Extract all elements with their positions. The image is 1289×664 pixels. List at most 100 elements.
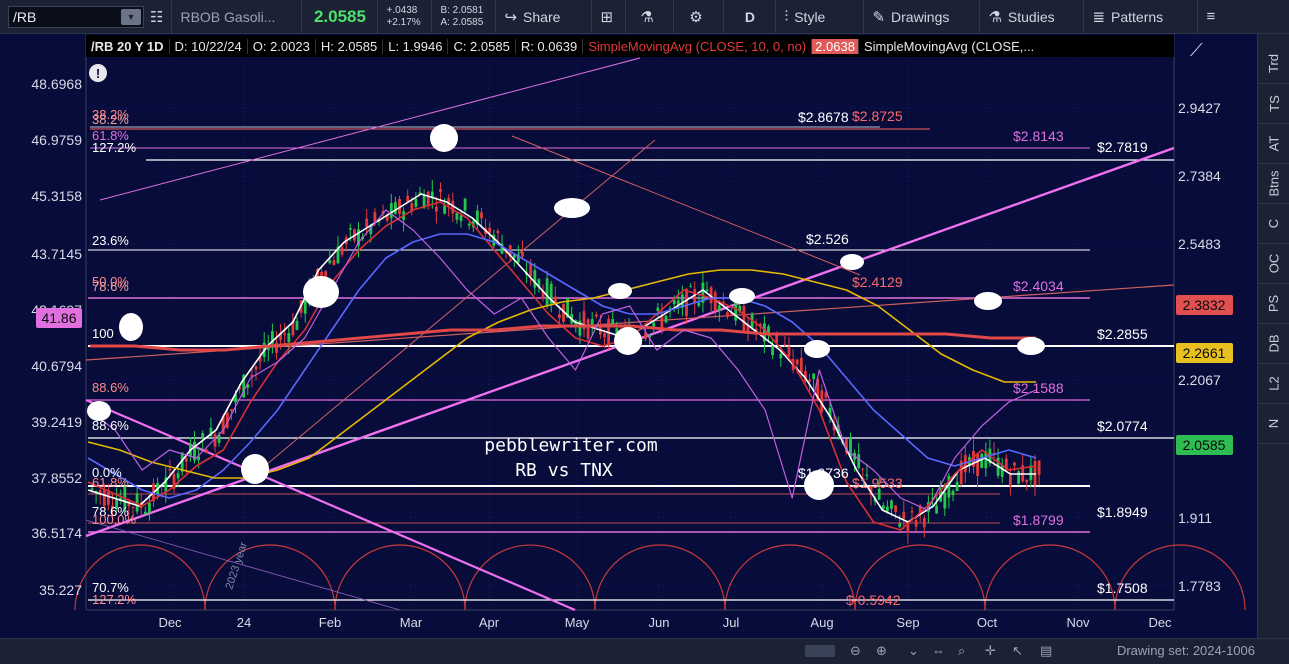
candle-body — [1009, 474, 1012, 486]
x-tick-label: Sep — [896, 615, 919, 630]
drawings-button[interactable]: ✎ Drawings — [864, 0, 981, 34]
side-tab-ps[interactable]: PS — [1258, 284, 1289, 324]
symbol-selector[interactable]: /RB ▼ ☷ — [0, 0, 173, 34]
touch-marker — [1017, 337, 1045, 355]
overflow-button[interactable]: ≡ — [1198, 0, 1228, 34]
symbol-dropdown-icon[interactable]: ▼ — [121, 8, 141, 25]
candle-body — [697, 302, 701, 307]
price-level-label: $2.1588 — [1013, 380, 1064, 396]
candle-body — [787, 346, 791, 357]
cursor-icon[interactable]: ↖ — [1012, 643, 1023, 659]
settings-button[interactable]: ⚙ — [674, 0, 725, 34]
candle-body — [726, 312, 729, 318]
touch-marker — [430, 124, 458, 152]
candle-body — [467, 223, 471, 226]
candle-body — [861, 468, 865, 470]
bid-ask: B: 2.0581 A: 2.0585 — [432, 0, 497, 34]
magnify-icon[interactable]: ⌕ — [958, 643, 965, 659]
candle-body — [922, 518, 926, 528]
price-chart[interactable]: 38.2%38.2%61.8%127.2%23.6%50.0%78.6%1008… — [0, 34, 1257, 638]
side-tab-at[interactable]: AT — [1258, 124, 1289, 164]
aggregation-button[interactable]: D — [724, 0, 777, 34]
symbol-input[interactable]: /RB ▼ — [8, 5, 144, 28]
fit-icon[interactable]: ⇔ — [932, 643, 945, 658]
x-tick-label: Jul — [723, 615, 740, 630]
style-button[interactable]: ⫶ Style — [776, 0, 865, 34]
price-badge: 2.2661 — [1176, 343, 1233, 363]
touch-marker — [303, 276, 339, 308]
sliders-icon[interactable]: ☷ — [150, 8, 163, 26]
price-level-label: $1.8949 — [1097, 504, 1148, 520]
header-sma1-value: 2.0638 — [812, 38, 859, 54]
price-badge: 2.0585 — [1176, 435, 1233, 455]
zoom-out-icon[interactable]: ⊖ — [850, 643, 861, 659]
x-tick-label: Mar — [400, 615, 423, 630]
chevron-down-icon[interactable]: ⌄ — [908, 643, 919, 659]
candle-body — [521, 251, 524, 257]
flask-icon: ⚗ — [640, 8, 654, 26]
flexible-grid-button[interactable]: ⊞ — [592, 0, 627, 34]
candle-body — [910, 511, 914, 513]
candle-body — [303, 300, 307, 314]
side-tab-label: C — [1266, 218, 1282, 229]
x-tick-label: Apr — [479, 615, 500, 630]
style-label: Style — [794, 8, 826, 25]
candle-body — [480, 212, 483, 219]
watermark-site: pebblewriter.com — [484, 435, 657, 456]
pencil-icon: ✎ — [872, 8, 886, 26]
left-axis-label: 35.227 — [39, 582, 82, 598]
share-icon: ↪ — [504, 8, 518, 26]
touch-marker — [554, 198, 590, 218]
time-scrollbar-thumb[interactable] — [805, 645, 835, 657]
alert-icon-glyph: ! — [96, 66, 100, 81]
side-tab-db[interactable]: DB — [1258, 324, 1289, 364]
fib-percent-label: 38.2% — [92, 112, 129, 127]
candle-body — [455, 213, 459, 220]
patterns-button[interactable]: ≣ Patterns — [1084, 0, 1199, 34]
candle-body — [131, 506, 135, 508]
touch-marker — [974, 292, 1002, 310]
studies-button[interactable]: ⚗ Studies — [980, 0, 1085, 34]
aggregation-label: D — [744, 8, 756, 25]
gear-icon: ⚙ — [689, 8, 703, 26]
side-tab-oc[interactable]: OC — [1258, 244, 1289, 284]
drawing-set-label[interactable]: Drawing set: 2024-1006 — [1117, 643, 1255, 658]
trendline[interactable] — [85, 398, 576, 612]
price-level-label: $2.8143 — [1013, 128, 1064, 144]
candle-body — [881, 505, 885, 509]
fib-percent-label: 127.2% — [92, 140, 137, 155]
side-tab-trd[interactable]: Trd — [1258, 44, 1289, 84]
side-tab-l2[interactable]: L2 — [1258, 364, 1289, 404]
drawing-cursor-icon[interactable]: ⟋ — [1190, 40, 1203, 60]
fib-percent-label: 127.2% — [92, 592, 137, 607]
side-tab-n[interactable]: N — [1258, 404, 1289, 444]
share-button[interactable]: ↪ Share — [496, 0, 593, 34]
symbol-text: /RB — [13, 8, 37, 25]
header-range: R: 0.0639 — [516, 38, 584, 54]
left-axis-label: 45.3158 — [31, 188, 82, 204]
right-axis-panel — [1174, 34, 1257, 638]
side-tab-ts[interactable]: TS — [1258, 84, 1289, 124]
right-axis-label: 2.2067 — [1178, 372, 1221, 388]
candle-body — [230, 409, 233, 411]
candle-body — [603, 333, 606, 338]
header-sma2[interactable]: SimpleMovingAvg (CLOSE,... — [859, 39, 1039, 54]
side-tab-btns[interactable]: Btns — [1258, 164, 1289, 204]
touch-marker — [804, 340, 830, 358]
candle-body — [328, 260, 332, 264]
header-sma1[interactable]: SimpleMovingAvg (CLOSE, 10, 0, no) — [583, 38, 813, 54]
x-tick-label: Oct — [977, 615, 998, 630]
crosshair-icon[interactable]: ✛ — [985, 643, 996, 659]
left-axis-panel — [0, 34, 86, 638]
lock-icon[interactable]: ▤ — [1040, 643, 1052, 659]
lab-button[interactable]: ⚗ — [626, 0, 675, 34]
instrument-name: RBOB Gasoli... — [172, 0, 303, 34]
zoom-in-icon[interactable]: ⊕ — [876, 643, 887, 659]
side-tab-c[interactable]: C — [1258, 204, 1289, 244]
header-date: D: 10/22/24 — [170, 38, 248, 54]
x-tick-label: Aug — [810, 615, 833, 630]
candle-body — [1017, 471, 1020, 484]
price-level-label: $2.2855 — [1097, 326, 1148, 342]
touch-marker — [614, 327, 642, 355]
chart-area[interactable]: 38.2% 38.2% 61.8% 127.2% 23.6% 50.0% 78.6% 100 8… — [0, 34, 1257, 638]
